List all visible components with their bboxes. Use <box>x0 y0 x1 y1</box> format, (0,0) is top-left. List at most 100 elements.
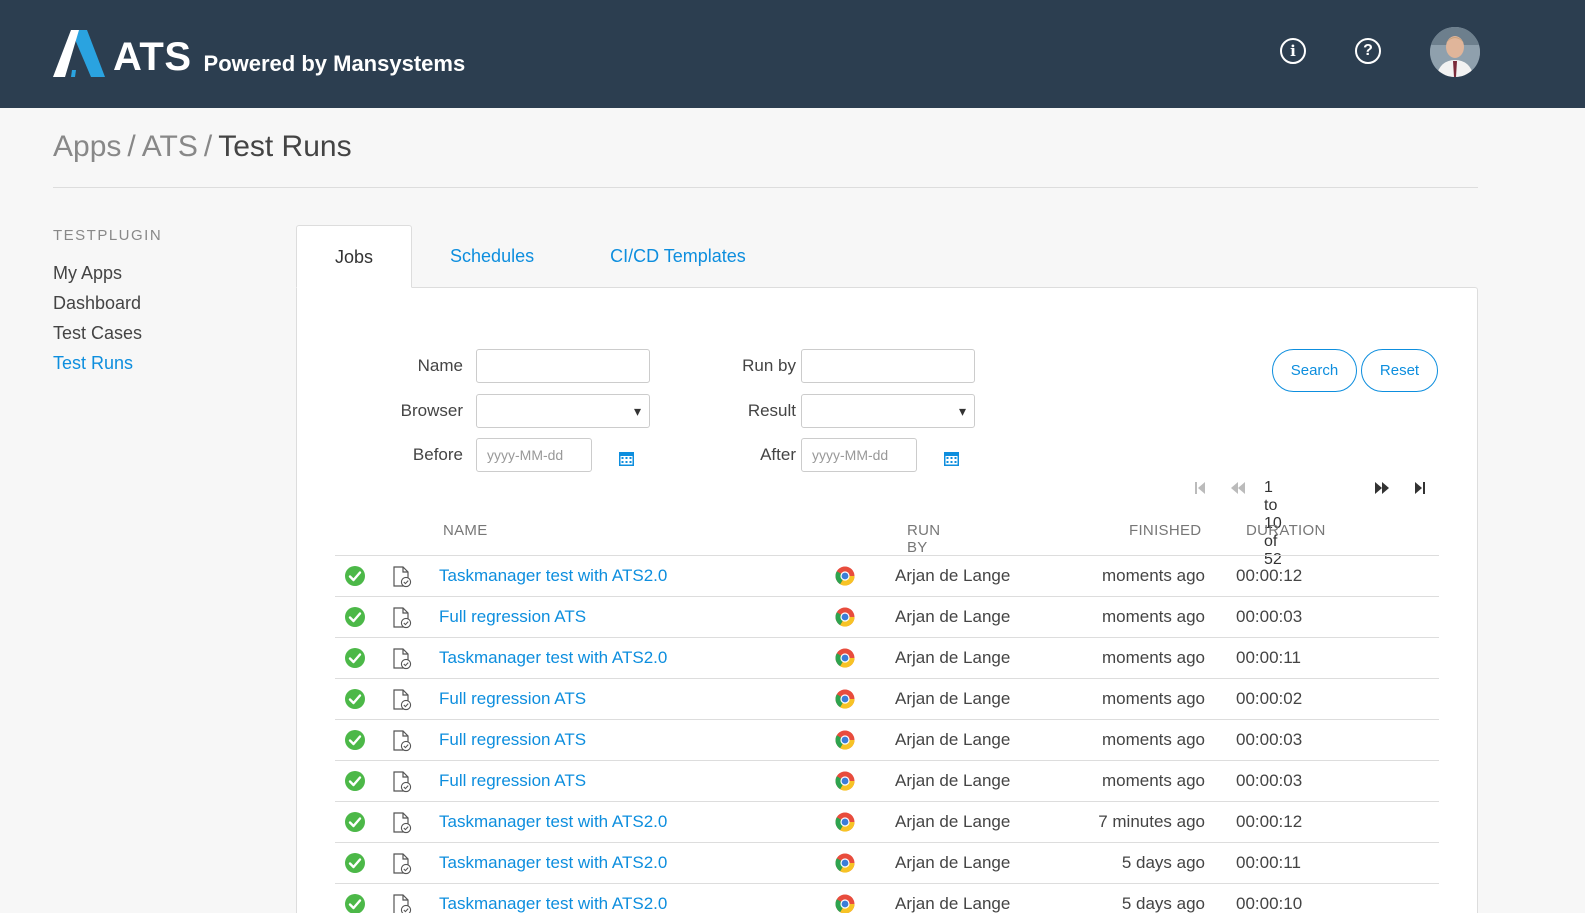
column-header-run-by[interactable]: RUN BY <box>907 522 940 556</box>
run-by-value: Arjan de Lange <box>895 812 1011 831</box>
tab-jobs[interactable]: Jobs <box>296 225 413 288</box>
test-run-name-link[interactable]: Taskmanager test with ATS2.0 <box>439 802 667 842</box>
duration-value: 00:00:11 <box>1236 853 1301 872</box>
column-header-duration[interactable]: DURATION <box>1246 522 1326 539</box>
run-by-input[interactable] <box>801 349 975 383</box>
passed-status-icon <box>345 566 365 586</box>
top-bar: ATS Powered by Mansystems i ? <box>0 0 1585 108</box>
avatar[interactable] <box>1430 27 1480 77</box>
before-calendar-icon[interactable] <box>619 451 634 466</box>
brand-tagline: Powered by Mansystems <box>203 51 466 76</box>
search-button[interactable]: Search <box>1272 349 1357 392</box>
chrome-browser-icon <box>835 648 855 668</box>
sidebar-item-test-runs[interactable]: Test Runs <box>53 348 162 378</box>
test-run-name-link[interactable]: Taskmanager test with ATS2.0 <box>439 556 667 596</box>
duration-value: 00:00:03 <box>1236 771 1303 790</box>
help-icon[interactable]: ? <box>1355 38 1381 64</box>
finished-value: 5 days ago <box>1121 853 1205 872</box>
table-row[interactable]: Full regression ATS Arjan de Lange moments… <box>335 596 1439 637</box>
chrome-browser-icon <box>835 894 855 913</box>
test-run-name-link[interactable]: Taskmanager test with ATS2.0 <box>439 843 667 883</box>
table-row[interactable]: Taskmanager test with ATS2.0 Arjan de Lan… <box>335 555 1439 596</box>
finished-value: moments ago <box>1102 648 1205 667</box>
table-row[interactable]: Full regression ATS Arjan de Lange moments… <box>335 719 1439 760</box>
finished-value: 5 days ago <box>1121 894 1205 913</box>
table-row[interactable]: Taskmanager test with ATS2.0 Arjan de Lan… <box>335 842 1439 883</box>
previous-page-icon[interactable] <box>1230 481 1246 495</box>
column-header-name[interactable]: NAME <box>443 522 488 539</box>
after-calendar-icon[interactable] <box>944 451 959 466</box>
passed-status-icon <box>345 812 365 832</box>
column-header-finished[interactable]: FINISHED <box>1129 522 1201 539</box>
sidebar-item-test-cases[interactable]: Test Cases <box>53 318 162 348</box>
user-photo-icon <box>1430 27 1480 77</box>
tab-cicd-templates[interactable]: CI/CD Templates <box>572 225 784 288</box>
table-row[interactable]: Taskmanager test with ATS2.0 Arjan de Lan… <box>335 637 1439 678</box>
result-label: Result <box>747 401 796 420</box>
passed-status-icon <box>345 730 365 750</box>
chrome-browser-icon <box>835 566 855 586</box>
tab-schedules[interactable]: Schedules <box>412 225 572 288</box>
test-run-name-link[interactable]: Full regression ATS <box>439 720 586 760</box>
run-by-value: Arjan de Lange <box>895 566 1011 585</box>
next-page-icon[interactable] <box>1374 481 1390 495</box>
after-date-input[interactable]: yyyy-MM-dd <box>801 438 917 472</box>
run-by-value: Arjan de Lange <box>895 853 1011 872</box>
chrome-browser-icon <box>835 689 855 709</box>
test-report-icon[interactable] <box>392 730 412 752</box>
breadcrumb-test-runs: Test Runs <box>218 130 352 163</box>
name-input[interactable] <box>476 349 650 383</box>
reset-button[interactable]: Reset <box>1361 349 1438 392</box>
chrome-browser-icon <box>835 853 855 873</box>
duration-value: 00:00:11 <box>1236 648 1301 667</box>
test-report-icon[interactable] <box>392 771 412 793</box>
sidebar-item-my-apps[interactable]: My Apps <box>53 258 162 288</box>
last-page-icon[interactable] <box>1412 481 1428 495</box>
before-label: Before <box>412 445 463 464</box>
passed-status-icon <box>345 894 365 913</box>
breadcrumb-ats[interactable]: ATS <box>142 130 198 163</box>
passed-status-icon <box>345 648 365 668</box>
breadcrumb-apps[interactable]: Apps <box>53 130 121 163</box>
sidebar-item-dashboard[interactable]: Dashboard <box>53 288 162 318</box>
test-report-icon[interactable] <box>392 894 412 913</box>
ats-logo[interactable]: ATS Powered by Mansystems <box>53 29 465 77</box>
duration-value: 00:00:12 <box>1236 812 1303 831</box>
test-run-name-link[interactable]: Full regression ATS <box>439 597 586 637</box>
test-run-name-link[interactable]: Full regression ATS <box>439 679 586 719</box>
passed-status-icon <box>345 607 365 627</box>
test-report-icon[interactable] <box>392 607 412 629</box>
test-report-icon[interactable] <box>392 812 412 834</box>
breadcrumb: Apps / ATS / Test Runs <box>53 130 352 164</box>
first-page-icon[interactable] <box>1192 481 1208 495</box>
result-select[interactable] <box>801 394 975 428</box>
table-row[interactable]: Taskmanager test with ATS2.0 Arjan de Lan… <box>335 801 1439 842</box>
sidebar: TESTPLUGIN My Apps Dashboard Test Cases … <box>53 227 162 378</box>
test-run-name-link[interactable]: Taskmanager test with ATS2.0 <box>439 638 667 678</box>
passed-status-icon <box>345 771 365 791</box>
test-run-name-link[interactable]: Full regression ATS <box>439 761 586 801</box>
info-icon[interactable]: i <box>1280 38 1306 64</box>
run-by-value: Arjan de Lange <box>895 771 1011 790</box>
table-row[interactable]: Taskmanager test with ATS2.0 Arjan de Lan… <box>335 883 1439 913</box>
breadcrumb-separator: / <box>203 130 213 163</box>
duration-value: 00:00:10 <box>1236 894 1303 913</box>
before-date-input[interactable]: yyyy-MM-dd <box>476 438 592 472</box>
duration-value: 00:00:02 <box>1236 689 1303 708</box>
browser-select[interactable] <box>476 394 650 428</box>
test-report-icon[interactable] <box>392 853 412 875</box>
chrome-browser-icon <box>835 812 855 832</box>
duration-value: 00:00:12 <box>1236 566 1303 585</box>
finished-value: moments ago <box>1102 607 1205 626</box>
passed-status-icon <box>345 689 365 709</box>
table-row[interactable]: Full regression ATS Arjan de Lange moments… <box>335 678 1439 719</box>
test-report-icon[interactable] <box>392 566 412 588</box>
test-run-name-link[interactable]: Taskmanager test with ATS2.0 <box>439 884 667 913</box>
chrome-browser-icon <box>835 771 855 791</box>
test-report-icon[interactable] <box>392 648 412 670</box>
table-row[interactable]: Full regression ATS Arjan de Lange moments… <box>335 760 1439 801</box>
tab-bar: Jobs Schedules CI/CD Templates <box>296 225 784 288</box>
run-by-label: Run by <box>742 356 796 375</box>
test-report-icon[interactable] <box>392 689 412 711</box>
finished-value: moments ago <box>1102 771 1205 790</box>
